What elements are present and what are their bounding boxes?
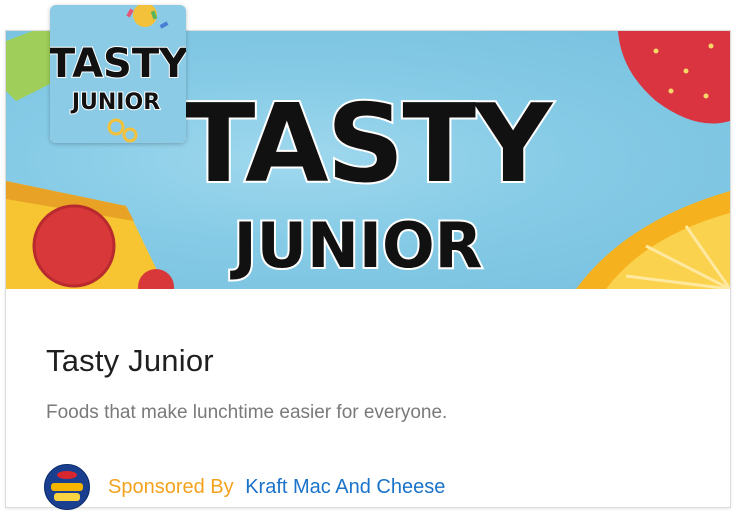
channel-title[interactable]: Tasty Junior xyxy=(46,343,214,379)
channel-description: Foods that make lunchtime easier for eve… xyxy=(46,402,448,423)
sponsor-text: Sponsored By Kraft Mac And Cheese xyxy=(108,476,445,499)
sponsor-row: Sponsored By Kraft Mac And Cheese xyxy=(44,464,445,510)
sponsored-by-label: Sponsored By xyxy=(108,475,234,498)
banner-title-line2: JUNIOR xyxy=(230,209,483,282)
thumbnail-title-line2: JUNIOR xyxy=(70,90,160,115)
banner-title-line1: TASTY xyxy=(182,82,554,207)
thumbnail-title-line1: TASTY xyxy=(50,41,186,87)
kraft-mac-and-cheese-logo-icon[interactable] xyxy=(44,464,90,510)
sponsor-link[interactable]: Kraft Mac And Cheese xyxy=(245,476,445,498)
channel-thumbnail[interactable]: TASTY JUNIOR xyxy=(50,5,186,143)
